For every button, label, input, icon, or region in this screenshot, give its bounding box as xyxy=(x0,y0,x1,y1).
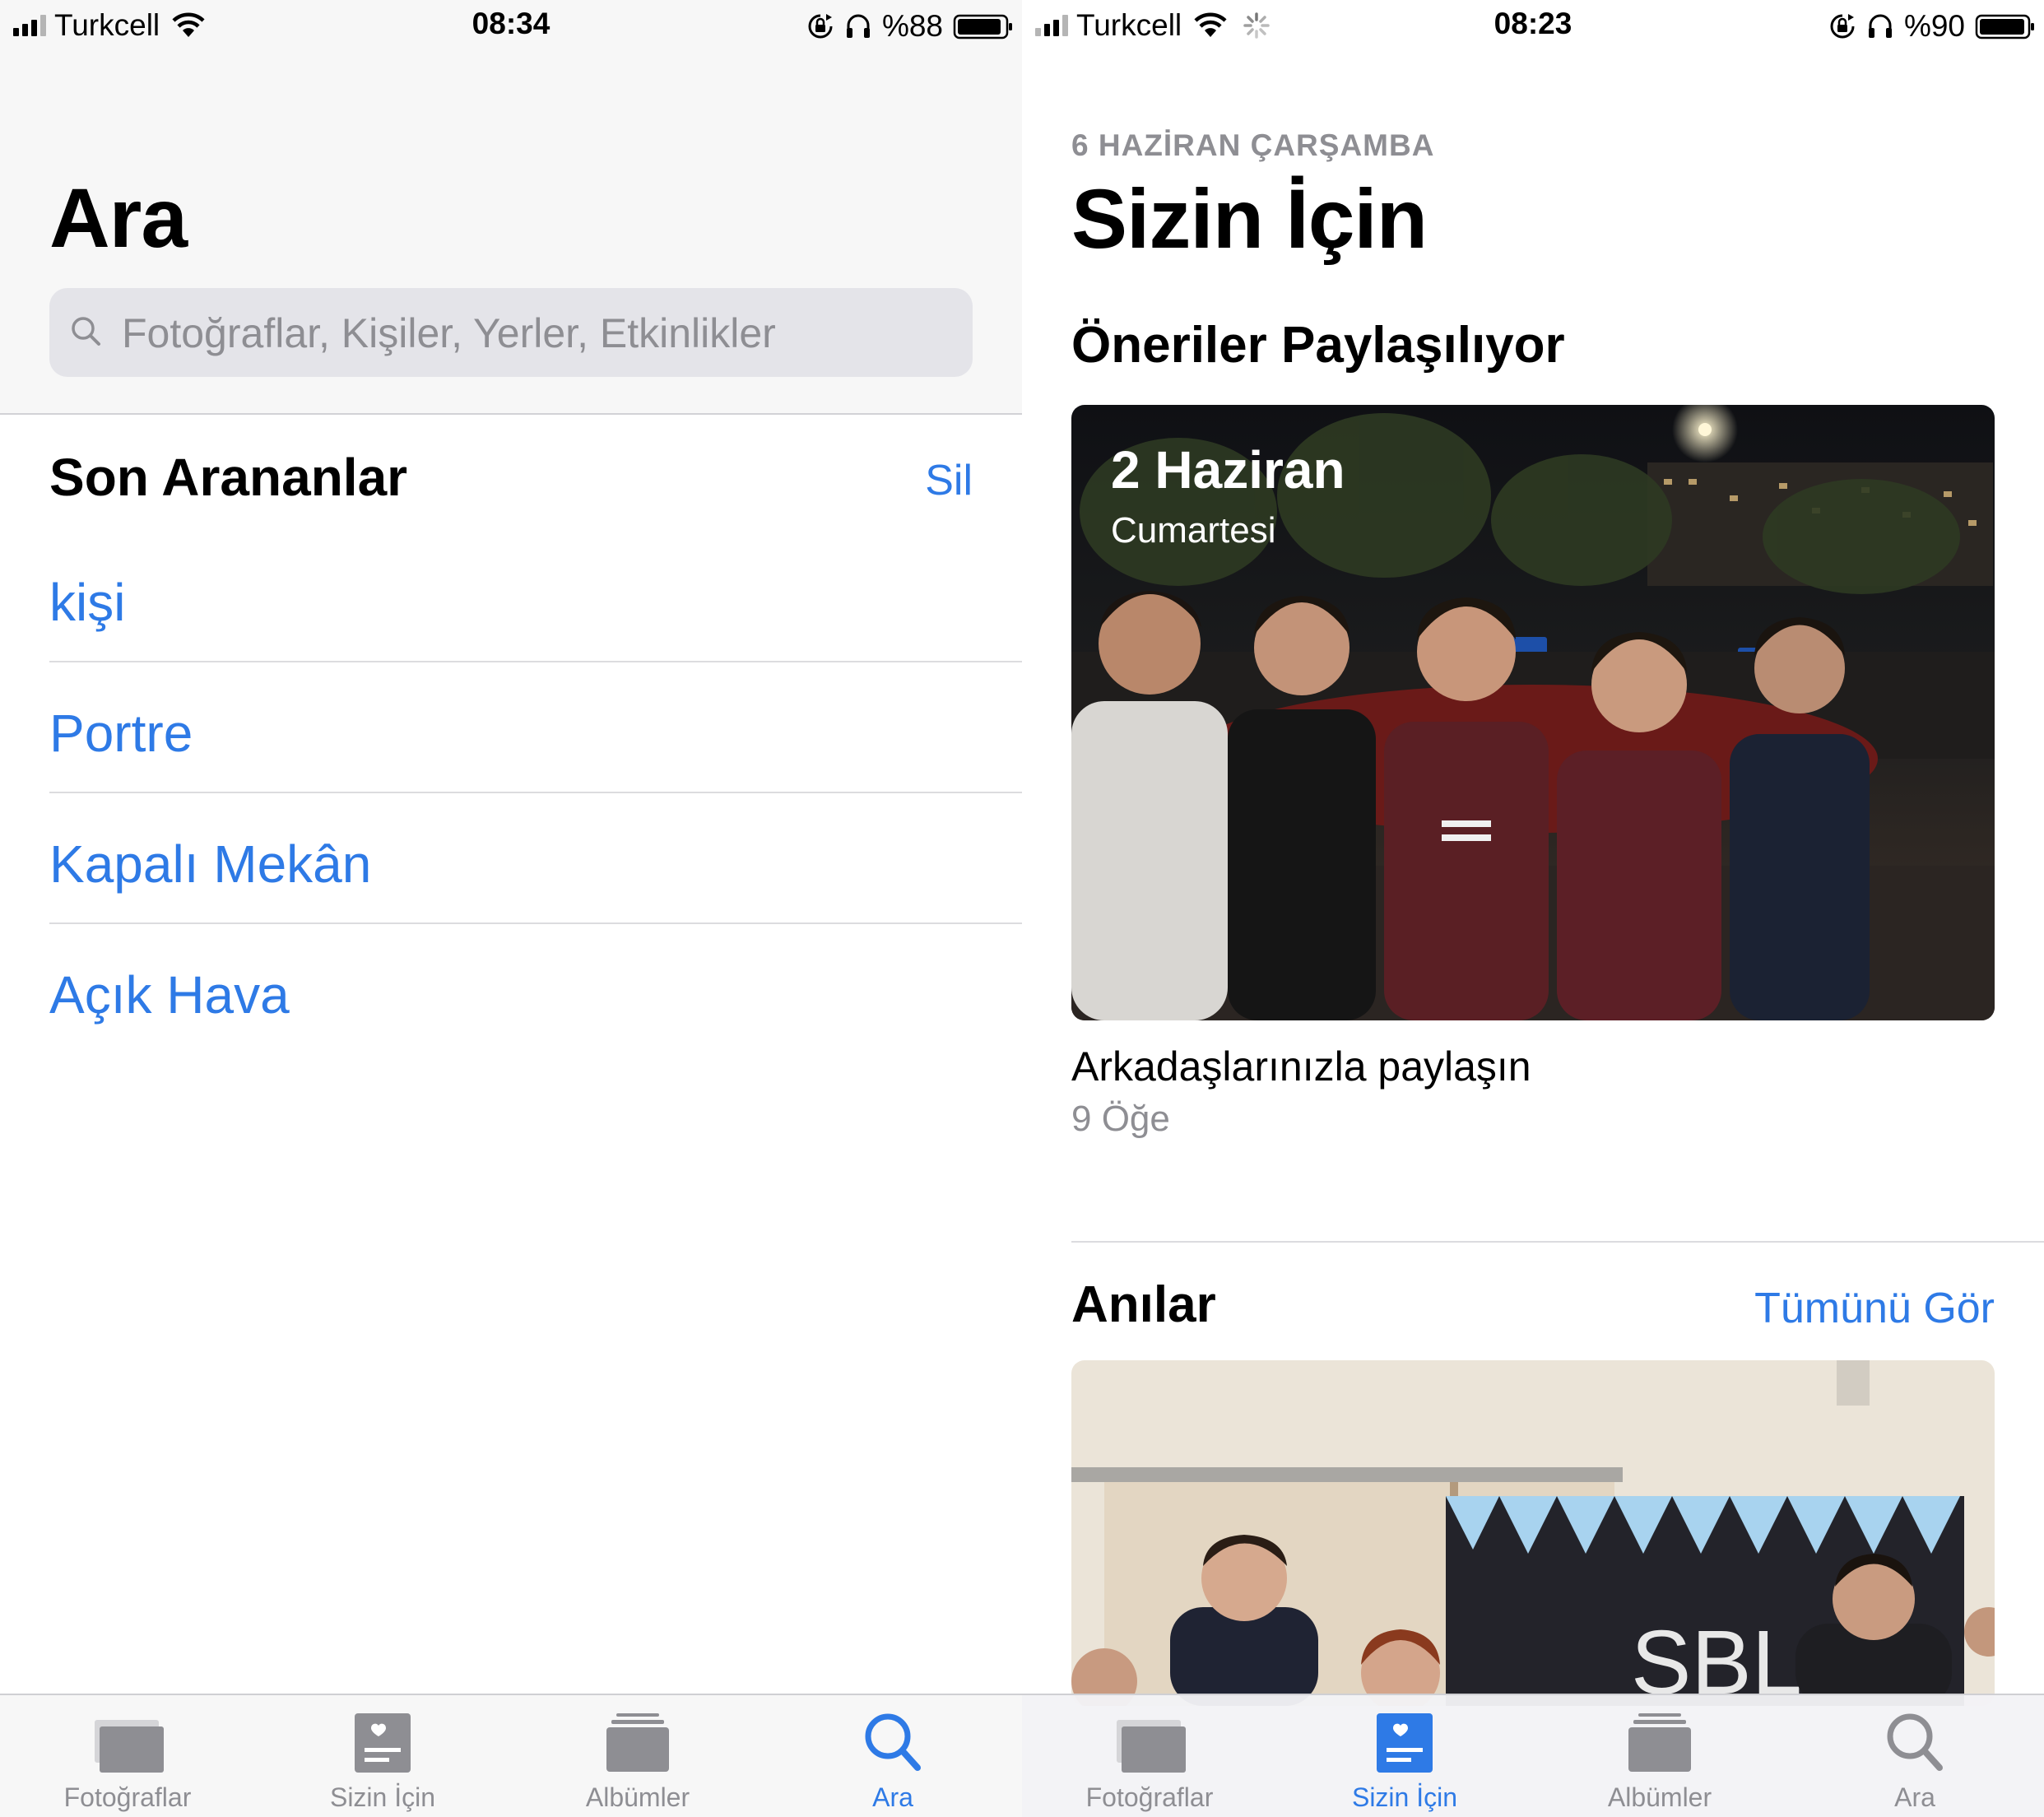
battery-icon xyxy=(953,14,1012,40)
battery-percentage: %90 xyxy=(1903,9,1965,43)
search-icon xyxy=(865,1713,921,1771)
tab-label: Albümler xyxy=(585,1782,690,1812)
memories-title: Anılar xyxy=(1071,1276,1216,1333)
tab-bar: Fotoğraflar Sizin İçin Albümler Ara xyxy=(1022,1694,2044,1817)
sharing-suggestions-title: Öneriler Paylaşılıyor xyxy=(1071,317,1565,374)
tab-albums[interactable]: Albümler xyxy=(510,1695,765,1817)
tab-bar: Fotoğraflar Sizin İçin Albümler Ara xyxy=(0,1694,1022,1817)
page-title: Sizin İçin xyxy=(1071,172,1428,266)
recent-search-text: kişi xyxy=(49,573,126,632)
for-you-icon xyxy=(355,1713,411,1773)
for-you-screen: Turkcell 08:23 %90 6 HAZİRAN ÇARŞAMBA Si… xyxy=(1022,0,2044,1817)
photos-icon xyxy=(95,1720,164,1773)
tab-search[interactable]: Ara xyxy=(1787,1695,2042,1817)
status-right: %90 xyxy=(1828,9,2036,43)
recent-search-text: Kapalı Mekân xyxy=(49,834,372,894)
headphones-icon xyxy=(1868,14,1892,38)
status-bar: Turkcell 08:34 %88 xyxy=(0,0,1022,51)
recent-searches-title: Son Arananlar xyxy=(49,448,408,507)
search-icon xyxy=(72,317,100,346)
tab-albums[interactable]: Albümler xyxy=(1532,1695,1787,1817)
recent-search-item[interactable]: Kapalı Mekân xyxy=(49,794,1022,924)
tab-label: Fotoğraflar xyxy=(1085,1782,1214,1812)
tab-for-you[interactable]: Sizin İçin xyxy=(255,1695,510,1817)
tab-label: Sizin İçin xyxy=(1351,1782,1458,1812)
tab-label: Fotoğraflar xyxy=(63,1782,192,1812)
rotation-lock-icon xyxy=(1830,14,1855,39)
tab-for-you[interactable]: Sizin İçin xyxy=(1277,1695,1532,1817)
share-caption: Arkadaşlarınızla paylaşın xyxy=(1071,1043,1531,1090)
search-placeholder: Fotoğraflar, Kişiler, Yerler, Etkinlikle… xyxy=(122,310,776,356)
tab-photos[interactable]: Fotoğraflar xyxy=(1022,1695,1277,1817)
clear-recent-button[interactable]: Sil xyxy=(925,456,973,505)
rotation-lock-icon xyxy=(808,14,833,39)
section-divider xyxy=(1071,1241,2044,1243)
memory-card[interactable]: SBL xyxy=(1071,1360,1995,1706)
tab-label: Albümler xyxy=(1607,1782,1712,1812)
item-count: 9 Öğe xyxy=(1071,1099,1170,1139)
recent-search-item[interactable]: Açık Hava xyxy=(49,925,1022,1055)
photos-icon xyxy=(1117,1720,1186,1773)
recent-search-text: Açık Hava xyxy=(49,965,290,1025)
recent-search-item[interactable]: kişi xyxy=(49,532,1022,662)
card-title: 2 Haziran xyxy=(1111,440,1345,500)
sharing-suggestion-card[interactable]: 2 Haziran Cumartesi xyxy=(1071,405,1995,1020)
page-title: Ara xyxy=(49,171,188,265)
tab-photos[interactable]: Fotoğraflar xyxy=(0,1695,255,1817)
tab-label: Ara xyxy=(872,1782,913,1812)
banner-text: SBL xyxy=(1631,1612,1802,1706)
albums-icon xyxy=(1628,1713,1691,1772)
for-you-icon xyxy=(1377,1713,1433,1773)
date-caption: 6 HAZİRAN ÇARŞAMBA xyxy=(1071,128,1435,162)
search-icon xyxy=(1887,1713,1943,1771)
search-screen: Turkcell 08:34 %88 Ara Fotoğraflar, Kişi… xyxy=(0,0,1022,1817)
see-all-button[interactable]: Tümünü Gör xyxy=(1754,1284,1995,1333)
status-bar: Turkcell 08:23 %90 xyxy=(1022,0,2044,51)
albums-icon xyxy=(606,1713,669,1772)
battery-percentage: %88 xyxy=(881,9,943,43)
tab-label: Ara xyxy=(1894,1782,1935,1812)
memory-photo: SBL xyxy=(1071,1360,1995,1706)
search-input[interactable]: Fotoğraflar, Kişiler, Yerler, Etkinlikle… xyxy=(49,288,973,377)
status-right: %88 xyxy=(806,9,1014,43)
battery-icon xyxy=(1975,14,2034,40)
card-subtitle: Cumartesi xyxy=(1111,510,1276,551)
tab-label: Sizin İçin xyxy=(329,1782,436,1812)
headphones-icon xyxy=(846,14,870,38)
recent-search-item[interactable]: Portre xyxy=(49,663,1022,793)
tab-search[interactable]: Ara xyxy=(765,1695,1020,1817)
recent-search-text: Portre xyxy=(49,704,193,763)
